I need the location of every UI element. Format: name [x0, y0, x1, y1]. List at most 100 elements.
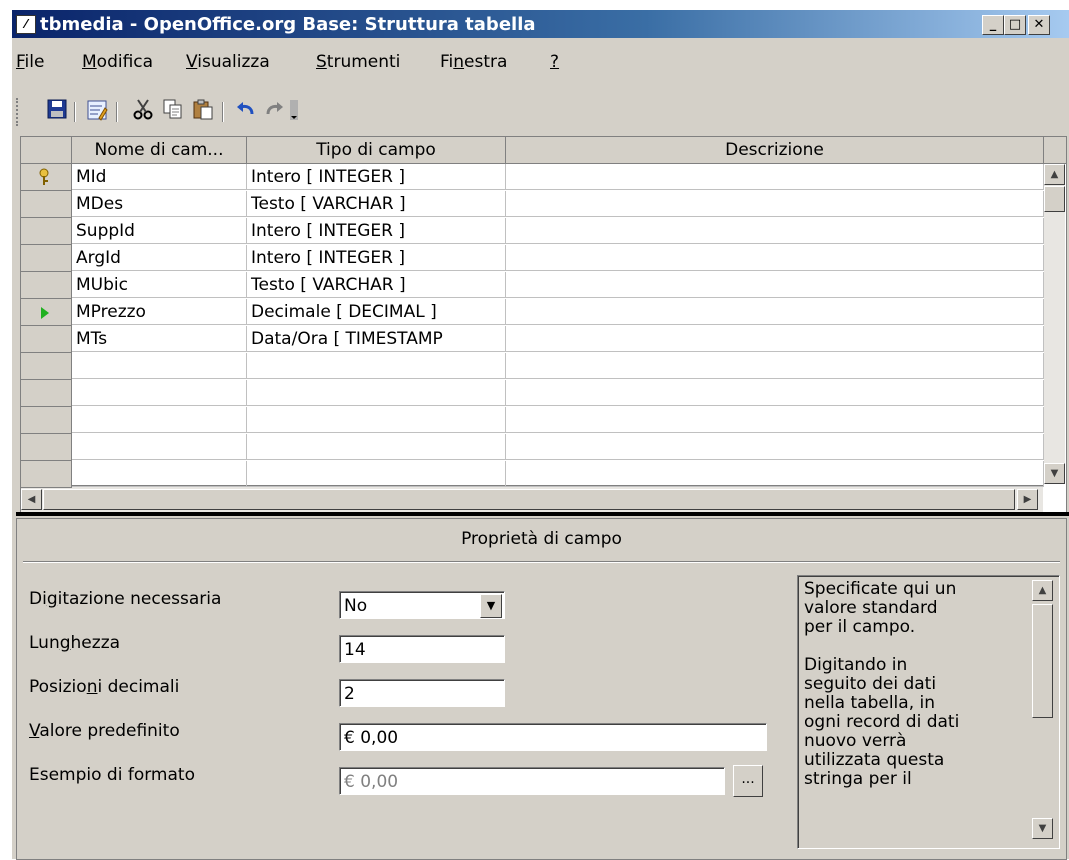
field-description-cell[interactable]	[506, 245, 1044, 271]
default-value-input[interactable]: € 0,00	[339, 723, 767, 751]
field-description-cell[interactable]	[506, 434, 1044, 460]
row-header[interactable]	[21, 353, 72, 380]
field-type-cell[interactable]: Intero [ INTEGER ]	[247, 245, 506, 271]
field-description-cell[interactable]	[506, 380, 1044, 406]
toolbar-separator	[116, 102, 118, 122]
field-type-cell[interactable]: Testo [ VARCHAR ]	[247, 191, 506, 217]
menu-finestra-rest: estra	[464, 52, 508, 72]
row-header[interactable]	[21, 245, 72, 272]
row-header[interactable]	[21, 461, 72, 488]
help-scroll-down-button[interactable]: ▼	[1032, 818, 1053, 839]
title-bar[interactable]: ⁄ tbmedia - OpenOffice.org Base: Struttu…	[12, 10, 1069, 38]
menu-finestra[interactable]: Finestra	[440, 52, 507, 72]
field-name-cell[interactable]	[72, 461, 247, 487]
undo-icon[interactable]	[232, 98, 258, 124]
grid-horizontal-scrollbar[interactable]: ◀ ▶	[21, 485, 1043, 513]
toolbar-grip[interactable]	[16, 98, 21, 126]
row-header[interactable]	[21, 380, 72, 407]
row-header[interactable]	[21, 326, 72, 353]
menu-help[interactable]: ?	[550, 52, 559, 72]
chevron-down-icon[interactable]: ▼	[480, 594, 502, 618]
field-description-cell[interactable]	[506, 461, 1044, 487]
field-description-cell[interactable]	[506, 191, 1044, 217]
row-header[interactable]	[21, 434, 72, 461]
format-button[interactable]: ...	[733, 765, 763, 797]
edit-icon[interactable]	[84, 98, 110, 124]
field-description-cell[interactable]	[506, 299, 1044, 325]
field-name-cell[interactable]	[72, 434, 247, 460]
field-type-cell[interactable]: Decimale [ DECIMAL ]	[247, 299, 506, 325]
field-type-cell[interactable]	[247, 461, 506, 487]
field-name-cell[interactable]: ArgId	[72, 245, 247, 271]
field-description-cell[interactable]	[506, 272, 1044, 298]
field-name-cell[interactable]	[72, 380, 247, 406]
field-description-cell[interactable]	[506, 326, 1044, 352]
app-window: ⁄ tbmedia - OpenOffice.org Base: Struttu…	[12, 10, 1069, 860]
field-name-cell[interactable]	[72, 353, 247, 379]
scroll-up-button[interactable]: ▲	[1044, 164, 1065, 185]
scroll-right-button[interactable]: ▶	[1017, 489, 1038, 510]
field-type-cell[interactable]	[247, 434, 506, 460]
menu-strumenti[interactable]: Strumenti	[316, 52, 400, 72]
required-select[interactable]: No ▼	[339, 591, 505, 619]
field-properties-panel: Proprietà di campo Digitazione necessari…	[16, 518, 1067, 860]
field-description-cell[interactable]	[506, 218, 1044, 244]
help-scroll-thumb[interactable]	[1032, 604, 1053, 718]
toolbar-overflow-icon[interactable]	[288, 98, 302, 124]
copy-icon[interactable]	[160, 98, 186, 124]
required-label-pre: Di	[29, 589, 47, 609]
field-type-cell[interactable]	[247, 380, 506, 406]
menu-modifica[interactable]: Modifica	[82, 52, 153, 72]
field-name-cell[interactable]: MDes	[72, 191, 247, 217]
field-name-cell[interactable]: MPrezzo	[72, 299, 247, 325]
field-type-cell[interactable]: Intero [ INTEGER ]	[247, 164, 506, 190]
field-name-cell[interactable]: MId	[72, 164, 247, 190]
field-type-cell[interactable]: Data/Ora [ TIMESTAMP	[247, 326, 506, 352]
field-type-cell[interactable]	[247, 407, 506, 433]
menu-visualizza[interactable]: Visualizza	[186, 52, 270, 72]
row-header[interactable]	[21, 191, 72, 218]
decimals-label-pre: Posizio	[29, 677, 87, 697]
column-header-description[interactable]: Descrizione	[506, 137, 1044, 164]
row-header[interactable]	[21, 299, 72, 326]
column-header-name[interactable]: Nome di cam...	[72, 137, 247, 164]
row-header[interactable]	[21, 272, 72, 299]
field-name-cell[interactable]: SuppId	[72, 218, 247, 244]
cut-icon[interactable]	[130, 98, 156, 124]
field-description-cell[interactable]	[506, 407, 1044, 433]
field-type-cell[interactable]	[247, 353, 506, 379]
field-description-cell[interactable]	[506, 353, 1044, 379]
grid-corner-right	[1044, 137, 1066, 164]
column-header-type[interactable]: Tipo di campo	[247, 137, 506, 164]
row-header[interactable]	[21, 164, 72, 191]
row-header[interactable]	[21, 407, 72, 434]
paste-icon[interactable]	[190, 98, 216, 124]
minimize-button[interactable]: _	[982, 15, 1004, 35]
field-grid[interactable]: Nome di cam... Tipo di campo Descrizione…	[20, 136, 1067, 514]
decimals-input[interactable]: 2	[339, 679, 505, 707]
maximize-button[interactable]: □	[1004, 15, 1026, 35]
field-type-cell[interactable]: Testo [ VARCHAR ]	[247, 272, 506, 298]
help-scroll-up-button[interactable]: ▲	[1032, 580, 1053, 601]
help-scrollbar[interactable]: ▲ ▼	[1030, 578, 1054, 844]
field-description-cell[interactable]	[506, 164, 1044, 190]
length-input[interactable]: 14	[339, 635, 505, 663]
grid-vertical-scrollbar[interactable]: ▲ ▼	[1044, 164, 1065, 484]
field-type-cell[interactable]: Intero [ INTEGER ]	[247, 218, 506, 244]
close-button[interactable]: ✕	[1028, 15, 1050, 35]
save-icon[interactable]	[44, 98, 70, 124]
field-name-cell[interactable]: MTs	[72, 326, 247, 352]
menu-help-key: ?	[550, 52, 560, 72]
menu-finestra-pre: Fi	[440, 52, 454, 72]
pane-splitter[interactable]	[16, 512, 1069, 516]
field-name-cell[interactable]	[72, 407, 247, 433]
field-name-cell[interactable]: MUbic	[72, 272, 247, 298]
scroll-down-button[interactable]: ▼	[1044, 463, 1065, 484]
scroll-left-button[interactable]: ◀	[21, 489, 42, 510]
help-text: Specificate qui un valore standard per i…	[804, 579, 960, 789]
menu-file[interactable]: File	[16, 52, 44, 72]
scroll-thumb[interactable]	[1044, 186, 1065, 212]
redo-icon[interactable]	[262, 98, 288, 124]
row-header[interactable]	[21, 218, 72, 245]
hscroll-thumb[interactable]	[43, 489, 1015, 510]
